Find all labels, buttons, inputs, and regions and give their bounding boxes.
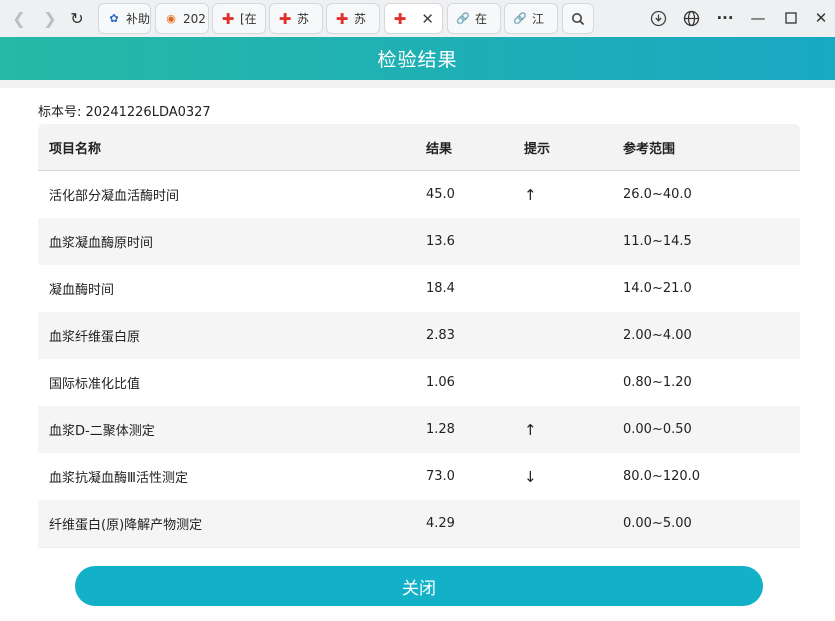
item-name: 血浆纤维蛋白原 — [49, 330, 141, 345]
item-range: 0.00~0.50 — [623, 422, 692, 437]
item-name: 活化部分凝血活酶时间 — [49, 189, 180, 204]
item-result: 13.6 — [426, 234, 455, 249]
item-result: 2.83 — [426, 328, 455, 343]
browser-tab[interactable]: ◉ 202 — [155, 3, 209, 34]
item-name: 血浆抗凝血酶Ⅲ活性测定 — [49, 471, 188, 486]
item-name: 国际标准化比值 — [49, 377, 141, 392]
item-range: 80.0~120.0 — [623, 469, 701, 484]
item-range: 26.0~40.0 — [623, 187, 692, 202]
table-row: 血浆抗凝血酶Ⅲ活性测定 73.0 ↓ 80.0~120.0 — [38, 453, 800, 500]
item-range: 0.00~5.00 — [623, 516, 692, 531]
column-header-result: 结果 — [426, 141, 453, 157]
hospital-logo-icon: ✿ — [109, 12, 119, 25]
browser-tab[interactable]: ✚ 苏 — [269, 3, 323, 34]
forward-icon[interactable]: ❯ — [38, 6, 62, 30]
table-bottom-border — [38, 547, 800, 548]
item-range: 2.00~4.00 — [623, 328, 692, 343]
minimize-icon[interactable]: — — [746, 6, 770, 30]
link-icon: 🔗 — [513, 12, 527, 25]
red-cross-icon: ✚ — [221, 9, 235, 28]
browser-tab[interactable]: ✚ [在 — [212, 3, 266, 34]
item-result: 1.28 — [426, 422, 455, 437]
link-icon: 🔗 — [456, 12, 470, 25]
results-table: 项目名称 结果 提示 参考范围 活化部分凝血活酶时间 45.0 ↑ 26.0~4… — [38, 124, 800, 548]
item-hint-arrow-icon: ↑ — [524, 420, 537, 439]
browser-tab-active[interactable]: ✚ ✕ — [384, 3, 443, 34]
globe-icon[interactable] — [679, 6, 703, 30]
browser-toolbar: ❮ ❯ ↻ ✿ 补助 ◉ 202 ✚ [在 ✚ 苏 ✚ 苏 ✚ ✕ 🔗 在 🔗 … — [0, 0, 835, 38]
item-range: 11.0~14.5 — [623, 234, 692, 249]
search-icon — [572, 12, 585, 25]
header-divider — [0, 80, 835, 88]
item-result: 73.0 — [426, 469, 455, 484]
page-header: 检验结果 — [0, 37, 835, 80]
browser-tab[interactable]: ✿ 补助 — [98, 3, 151, 34]
item-name: 凝血酶时间 — [49, 283, 115, 298]
red-cross-icon: ✚ — [335, 9, 349, 28]
specimen-label: 标本号: — [38, 105, 82, 120]
red-cross-icon: ✚ — [278, 9, 292, 28]
org-logo-icon: ◉ — [166, 12, 176, 25]
browser-tab[interactable]: 🔗 江 — [504, 3, 558, 34]
specimen-number: 标本号: 20241226LDA0327 — [38, 101, 211, 120]
close-tab-icon[interactable]: ✕ — [421, 10, 434, 28]
item-hint-arrow-icon: ↓ — [524, 467, 537, 486]
table-row: 国际标准化比值 1.06 0.80~1.20 — [38, 359, 800, 406]
item-range: 14.0~21.0 — [623, 281, 692, 296]
item-hint-arrow-icon: ↑ — [524, 185, 537, 204]
column-header-hint: 提示 — [524, 141, 551, 157]
more-menu-icon[interactable]: ··· — [713, 6, 737, 30]
table-row: 血浆纤维蛋白原 2.83 2.00~4.00 — [38, 312, 800, 359]
item-name: 血浆凝血酶原时间 — [49, 236, 154, 251]
browser-tab[interactable]: ✚ 苏 — [326, 3, 380, 34]
table-row: 血浆D-二聚体测定 1.28 ↑ 0.00~0.50 — [38, 406, 800, 453]
download-icon[interactable] — [646, 6, 670, 30]
close-button[interactable]: 关闭 — [75, 566, 763, 606]
window-close-icon[interactable]: ✕ — [809, 6, 833, 30]
table-header: 项目名称 结果 提示 参考范围 — [38, 124, 800, 171]
back-icon[interactable]: ❮ — [7, 6, 31, 30]
specimen-value: 20241226LDA0327 — [85, 105, 211, 120]
red-cross-icon: ✚ — [393, 9, 407, 28]
item-result: 18.4 — [426, 281, 455, 296]
column-header-range: 参考范围 — [623, 141, 676, 157]
browser-tab[interactable]: 🔗 在 — [447, 3, 501, 34]
item-name: 血浆D-二聚体测定 — [49, 424, 155, 439]
item-result: 45.0 — [426, 187, 455, 202]
item-result: 1.06 — [426, 375, 455, 390]
item-result: 4.29 — [426, 516, 455, 531]
maximize-icon[interactable] — [779, 6, 803, 30]
table-row: 凝血酶时间 18.4 14.0~21.0 — [38, 265, 800, 312]
page-title: 检验结果 — [377, 49, 458, 71]
item-range: 0.80~1.20 — [623, 375, 692, 390]
reload-icon[interactable]: ↻ — [65, 6, 89, 30]
table-row: 纤维蛋白(原)降解产物测定 4.29 0.00~5.00 — [38, 500, 800, 547]
column-header-name: 项目名称 — [49, 141, 102, 157]
item-name: 纤维蛋白(原)降解产物测定 — [49, 518, 203, 533]
search-tab-button[interactable] — [562, 3, 594, 34]
table-row: 血浆凝血酶原时间 13.6 11.0~14.5 — [38, 218, 800, 265]
table-row: 活化部分凝血活酶时间 45.0 ↑ 26.0~40.0 — [38, 171, 800, 218]
